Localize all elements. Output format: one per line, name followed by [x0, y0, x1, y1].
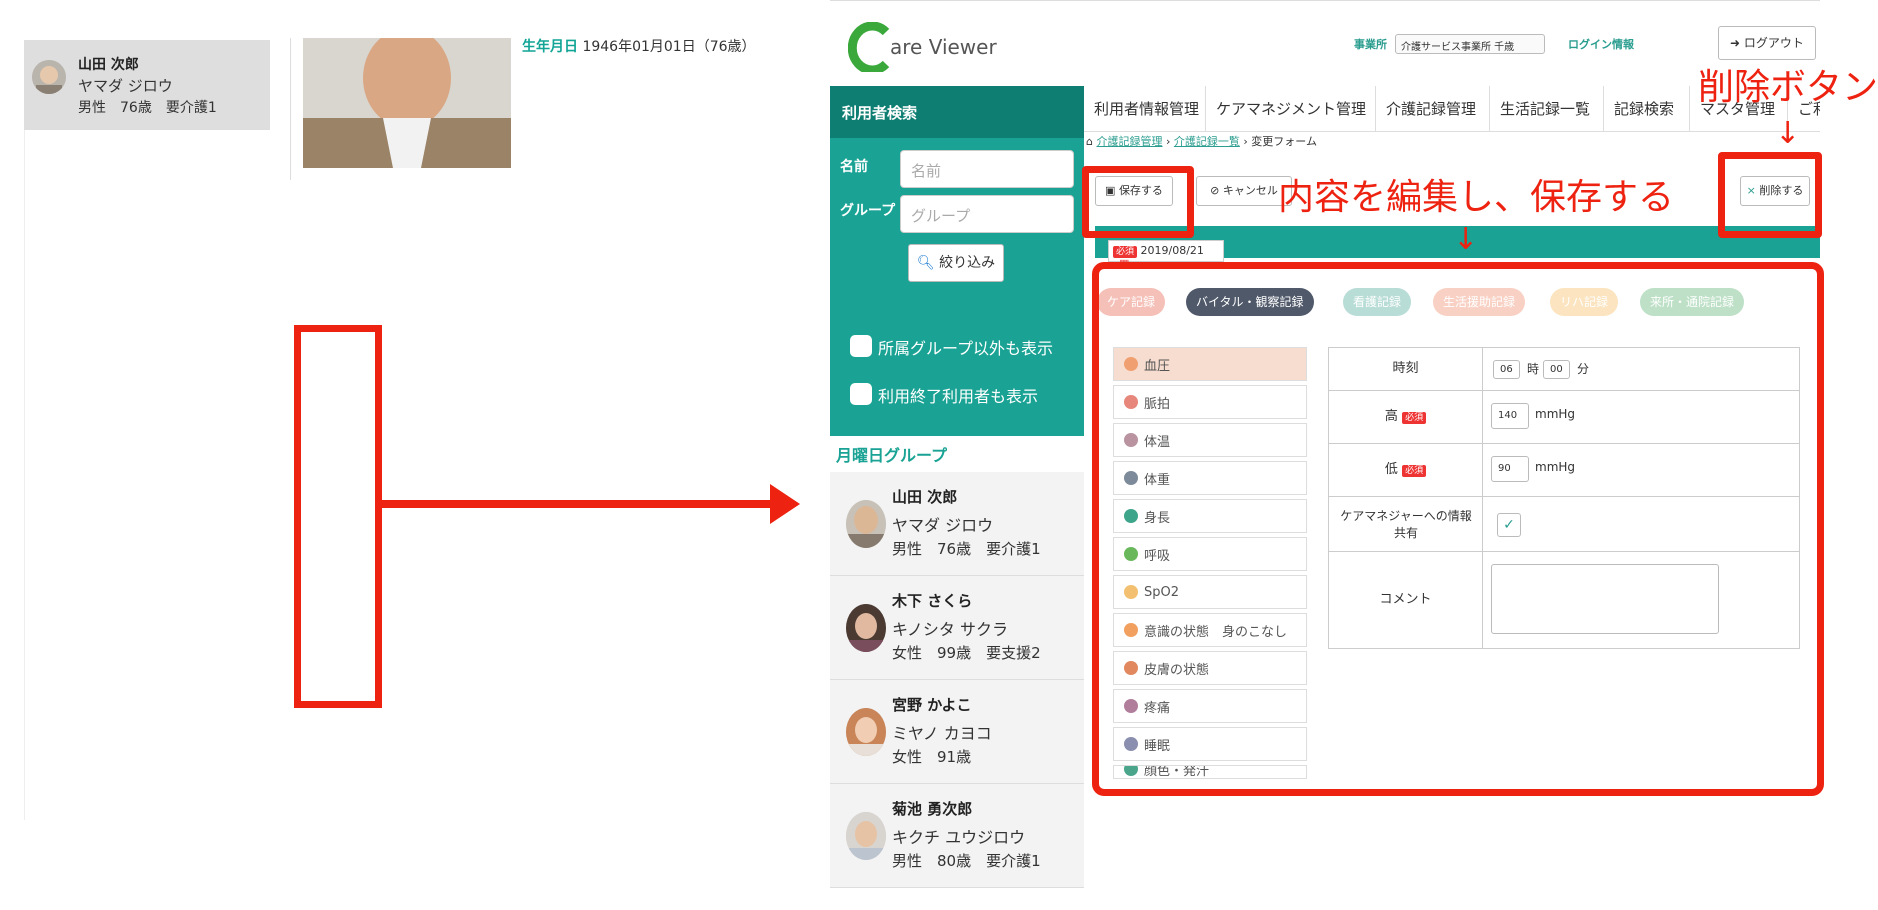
user-info: 男性 76歳 要介護1	[892, 540, 1041, 558]
filter-button[interactable]: 🔍︎ 絞り込み	[908, 244, 1004, 282]
office-select[interactable]: 介護サービス事業所 千歳	[1395, 34, 1545, 54]
user-kana: ミヤノ カヨコ	[892, 724, 992, 743]
user-avatar	[846, 500, 886, 548]
user-name: 宮野 かよこ	[892, 696, 972, 714]
date-input[interactable]: 必須 2019/08/21 ▦	[1108, 240, 1224, 270]
group-title: 月曜日グループ	[836, 446, 948, 465]
user-name: 菊池 勇次郎	[892, 800, 973, 818]
group-input[interactable]: グループ	[900, 195, 1074, 233]
office-label: 事業所	[1354, 38, 1387, 51]
annotation-edit-save: 内容を編集し、保存する	[1278, 177, 1675, 218]
birth-date: 生年月日 1946年01月01日（76歳）	[522, 39, 756, 55]
tab-user-info[interactable]: 利用者情報管理	[1086, 86, 1206, 132]
user-kana: キノシタ サクラ	[892, 620, 1008, 639]
breadcrumb-link[interactable]: 介護記録管理	[1096, 135, 1162, 148]
user-name: 木下 さくら	[892, 592, 973, 610]
user-list-item[interactable]: 宮野 かよこ ミヤノ カヨコ 女性 91歳	[830, 680, 1084, 784]
user-info: 女性 99歳 要支援2	[892, 644, 1041, 662]
tab-life-records[interactable]: 生活記録一覧	[1492, 86, 1604, 132]
name-input[interactable]: 名前	[900, 150, 1074, 188]
highlight-form	[1092, 262, 1824, 796]
logo-icon	[847, 21, 892, 75]
tab-record-search[interactable]: 記録検索	[1606, 86, 1690, 132]
tab-care-records[interactable]: 介護記録管理	[1378, 86, 1490, 132]
user-kana: ヤマダ ジロウ	[78, 77, 173, 95]
user-kana: ヤマダ ジロウ	[892, 516, 994, 535]
arrow-line	[382, 500, 787, 508]
home-icon: ⌂	[1086, 135, 1093, 148]
user-photo	[303, 38, 511, 168]
user-avatar	[846, 708, 886, 756]
user-kana: キクチ ユウジロウ	[892, 828, 1026, 847]
user-name: 山田 次郎	[892, 488, 958, 506]
user-list-item[interactable]: 山田 次郎 ヤマダ ジロウ 男性 76歳 要介護1	[830, 472, 1084, 576]
user-card-selected[interactable]: 山田 次郎 ヤマダ ジロウ 男性 76歳 要介護1	[24, 40, 270, 130]
highlight-delete	[1718, 152, 1822, 238]
user-list-item[interactable]: 菊池 勇次郎 キクチ ユウジロウ 男性 80歳 要介護1	[830, 784, 1084, 888]
search-icon: 🔍︎	[916, 255, 935, 271]
highlight-box	[294, 325, 382, 708]
user-avatar	[32, 60, 66, 94]
checkbox-ended-users-label: 利用終了利用者も表示	[878, 387, 1039, 406]
checkbox-ended-users[interactable]	[850, 383, 872, 405]
logo-text: are Viewer	[890, 35, 997, 59]
logout-icon: ➜	[1730, 36, 1744, 50]
user-info: 女性 91歳	[892, 748, 972, 766]
checkbox-other-groups-label: 所属グループ以外も表示	[878, 339, 1054, 358]
arrow-right-icon	[770, 484, 800, 524]
arrow-down-icon: ↓	[1775, 116, 1801, 151]
user-avatar	[846, 812, 886, 860]
sidebar-title: 利用者検索	[830, 86, 1084, 138]
arrow-down-icon: ↓	[1453, 222, 1479, 257]
annotation-delete-button: 削除ボタン	[1698, 67, 1878, 108]
group-label: グループ	[840, 203, 896, 219]
checkbox-other-groups[interactable]	[850, 335, 872, 357]
divider	[290, 38, 291, 180]
user-info: 男性 76歳 要介護1	[78, 100, 217, 116]
highlight-save	[1082, 166, 1194, 238]
tab-care-management[interactable]: ケアマネジメント管理	[1208, 86, 1376, 132]
logout-button[interactable]: ➜ ログアウト	[1718, 26, 1816, 60]
breadcrumb-link[interactable]: 介護記録一覧	[1174, 135, 1240, 148]
breadcrumb: ⌂ 介護記録管理 › 介護記録一覧 › 変更フォーム	[1086, 135, 1317, 148]
divider	[24, 130, 25, 820]
user-info: 男性 80歳 要介護1	[892, 852, 1041, 870]
user-avatar	[846, 604, 886, 652]
user-list-item[interactable]: 木下 さくら キノシタ サクラ 女性 99歳 要支援2	[830, 576, 1084, 680]
cancel-icon: ⊘	[1210, 184, 1223, 197]
user-name: 山田 次郎	[78, 57, 139, 73]
login-info-link[interactable]: ログイン情報	[1568, 36, 1634, 52]
name-label: 名前	[840, 159, 868, 175]
